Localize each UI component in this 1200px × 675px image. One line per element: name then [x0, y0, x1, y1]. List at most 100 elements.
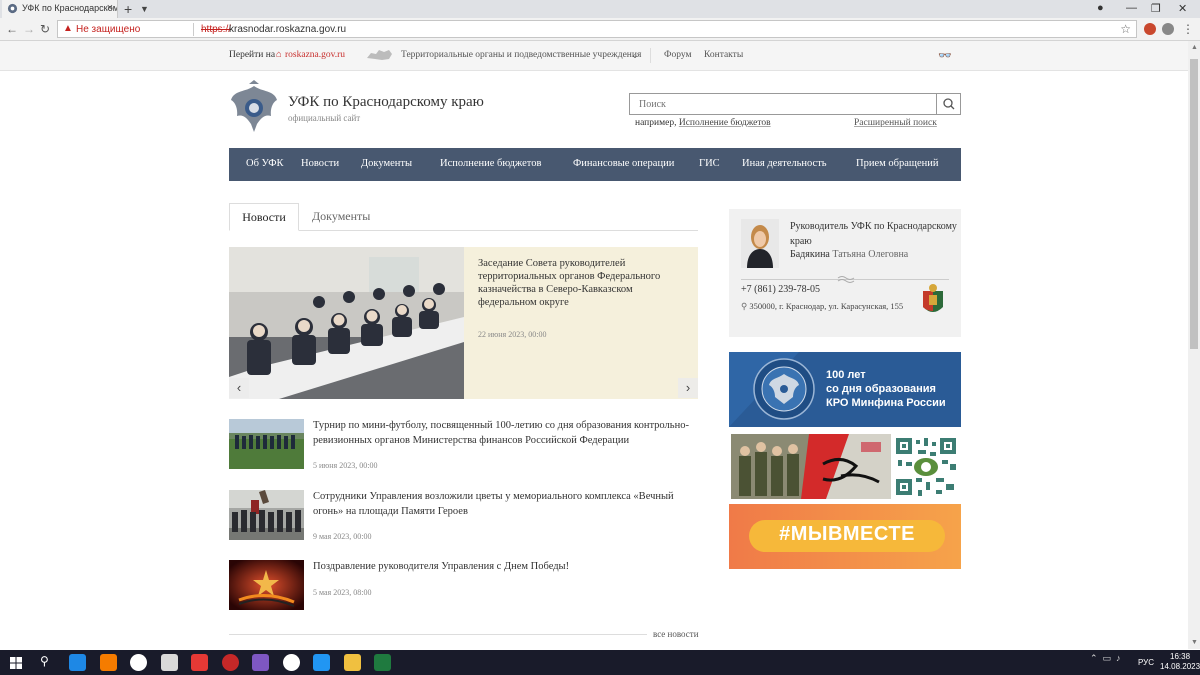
nav-item-about[interactable]: Об УФК: [246, 158, 284, 169]
featured-news[interactable]: Заседание Совета руководителей территори…: [229, 247, 698, 399]
taskbar-search-icon[interactable]: ⚲: [40, 654, 49, 668]
edge-icon[interactable]: [69, 654, 86, 671]
all-news-link[interactable]: все новости: [653, 629, 699, 639]
yandex-browser-icon[interactable]: [130, 654, 147, 671]
system-tray-icons[interactable]: ⌃ ▭ ♪: [1090, 653, 1121, 664]
featured-news-photo[interactable]: [229, 247, 464, 399]
news-title[interactable]: Поздравление руководителя Управления с Д…: [313, 560, 698, 575]
news-list-item[interactable]: Поздравление руководителя Управления с Д…: [229, 560, 699, 615]
news-list-item[interactable]: Сотрудники Управления возложили цветы у …: [229, 490, 699, 545]
extension-icon[interactable]: [1144, 23, 1156, 35]
kro-100-years-banner[interactable]: 100 лет со дня образования КРО Минфина Р…: [729, 352, 961, 427]
bookmark-star-icon[interactable]: ☆: [1120, 22, 1131, 36]
carousel-prev-button[interactable]: ‹: [229, 378, 249, 398]
new-tab-icon[interactable]: +: [124, 1, 132, 17]
chevron-down-icon[interactable]: ⌄: [631, 50, 639, 61]
news-date: 5 мая 2023, 08:00: [313, 588, 372, 597]
nav-item-documents[interactable]: Документы: [361, 158, 412, 169]
scrollbar-thumb[interactable]: [1190, 59, 1198, 349]
news-thumbnail-football[interactable]: [229, 419, 304, 469]
tab-list-chevron-icon[interactable]: ▼: [140, 4, 149, 14]
news-title[interactable]: Турнир по мини-футболу, посвященный 100-…: [313, 419, 698, 448]
page-scrollbar[interactable]: ▲ ▼: [1188, 41, 1200, 649]
head-role: Руководитель УФК по Краснодарскому краю: [790, 221, 957, 247]
news-thumbnail-victory-day[interactable]: [229, 560, 304, 610]
reload-icon[interactable]: ↻: [40, 22, 50, 36]
nav-item-gis[interactable]: ГИС: [699, 158, 720, 169]
territorial-organs-dropdown[interactable]: Территориальные органы и подведомственны…: [401, 50, 641, 60]
head-name: Бадякина Татьяна Олеговна: [790, 249, 908, 260]
search-button[interactable]: [936, 94, 960, 114]
scroll-up-icon[interactable]: ▲: [1191, 44, 1198, 51]
browser-menu-icon[interactable]: ⋮: [1182, 22, 1194, 36]
nav-item-financial-operations[interactable]: Финансовые операции: [573, 158, 674, 169]
firefox-icon[interactable]: [100, 654, 117, 671]
russia-map-icon: [367, 50, 392, 60]
file-explorer-icon[interactable]: [344, 654, 361, 671]
house-icon: ⌂: [276, 50, 282, 60]
opera-icon[interactable]: [222, 654, 239, 671]
scroll-down-icon[interactable]: ▼: [1191, 639, 1198, 646]
search-input[interactable]: [630, 94, 936, 114]
victory-day-banner[interactable]: [731, 434, 891, 499]
main-navigation: Об УФК Новости Документы Исполнение бюдж…: [229, 148, 961, 181]
krasnodar-crest-icon: [923, 284, 943, 312]
excel-icon[interactable]: [374, 654, 391, 671]
close-tab-icon[interactable]: ×: [107, 2, 113, 14]
roskazna-link[interactable]: roskazna.gov.ru: [285, 50, 345, 60]
head-portrait-photo[interactable]: [741, 219, 779, 268]
carousel-next-button[interactable]: ›: [678, 378, 698, 398]
browser-tab-title: УФК по Краснодарскому: [22, 3, 118, 13]
site-title[interactable]: УФК по Краснодарскому краю: [288, 94, 484, 111]
news-list-item[interactable]: Турнир по мини-футболу, посвященный 100-…: [229, 419, 699, 474]
restore-icon[interactable]: ❐: [1151, 2, 1161, 15]
profile-icon[interactable]: ●: [1097, 2, 1104, 14]
browser-tab[interactable]: УФК по Краснодарскому ×: [2, 0, 118, 18]
news-title[interactable]: Сотрудники Управления возложили цветы у …: [313, 490, 698, 519]
banner-line1: 100 лет: [826, 369, 866, 381]
minimize-icon[interactable]: —: [1126, 2, 1137, 14]
treasury-emblem-logo[interactable]: [229, 80, 279, 138]
site-favicon-icon: [7, 3, 18, 14]
security-label[interactable]: Не защищено: [76, 24, 140, 35]
news-thumbnail-memorial[interactable]: [229, 490, 304, 540]
site-subtitle: официальный сайт: [288, 113, 361, 123]
nav-item-other-activity[interactable]: Иная деятельность: [742, 158, 827, 169]
tab-news[interactable]: Новости: [229, 203, 299, 231]
profile-avatar-icon[interactable]: [1162, 23, 1174, 35]
calculator-icon[interactable]: [161, 654, 178, 671]
featured-news-title[interactable]: Заседание Совета руководителей территори…: [478, 257, 688, 309]
close-window-icon[interactable]: ✕: [1178, 2, 1187, 15]
windows-start-icon[interactable]: [10, 657, 22, 669]
head-phone[interactable]: +7 (861) 239-78-05: [741, 284, 820, 295]
app-icon[interactable]: [252, 654, 269, 671]
search-example-prefix: например,: [635, 118, 677, 128]
input-language-indicator[interactable]: РУС: [1138, 658, 1154, 667]
contacts-link[interactable]: Контакты: [704, 50, 743, 60]
forum-link[interactable]: Форум: [664, 50, 692, 60]
browser-tab-strip: УФК по Краснодарскому × + ▼ ● — ❐ ✕: [0, 0, 1200, 18]
nav-item-news[interactable]: Новости: [301, 158, 339, 169]
tab-documents[interactable]: Документы: [312, 209, 370, 224]
goto-label: Перейти на: [229, 50, 276, 60]
url-input[interactable]: ▲ Не защищено https:// krasnodar.roskazn…: [57, 20, 1137, 38]
wave-ornament-icon: [837, 276, 855, 283]
search-example-link[interactable]: Исполнение бюджетов: [679, 118, 771, 128]
url-scheme: https://: [201, 24, 232, 35]
yandex-browser-active-icon[interactable]: [283, 654, 300, 671]
qr-code-image[interactable]: [892, 434, 960, 499]
my-vmeste-banner[interactable]: #МЫВМЕСТЕ: [729, 504, 961, 569]
browser-address-bar: ← → ↻ ▲ Не защищено https:// krasnodar.r…: [0, 18, 1200, 41]
all-news-divider: [229, 634, 647, 635]
nav-item-budget-execution[interactable]: Исполнение бюджетов: [440, 158, 541, 169]
advanced-search-link[interactable]: Расширенный поиск: [854, 118, 937, 128]
thunderbird-icon[interactable]: [313, 654, 330, 671]
accessibility-glasses-icon[interactable]: 👓: [938, 49, 952, 62]
taskbar-clock[interactable]: 16:38 14.08.2023: [1160, 652, 1200, 672]
yandex-icon[interactable]: [191, 654, 208, 671]
top-utility-strip: Перейти на ⌂ roskazna.gov.ru Территориал…: [0, 41, 1188, 71]
back-icon[interactable]: ←: [6, 22, 18, 36]
nav-item-appeals[interactable]: Прием обращений: [856, 158, 939, 169]
forward-icon[interactable]: →: [23, 22, 35, 36]
omnibox-separator: [193, 23, 194, 36]
